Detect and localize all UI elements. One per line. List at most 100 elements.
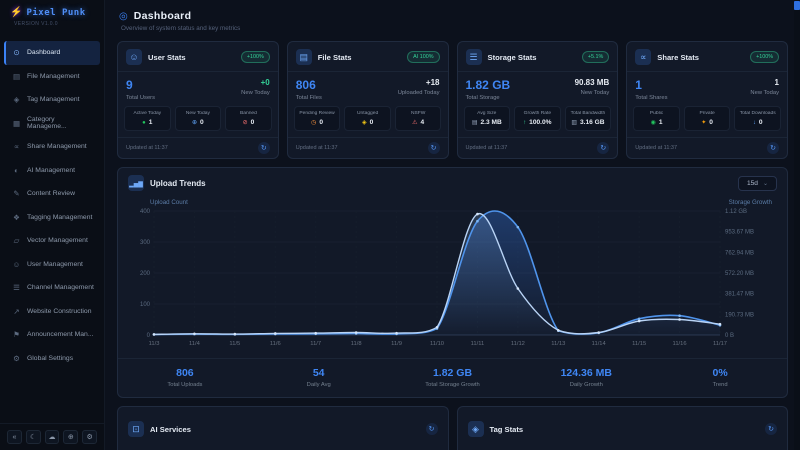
dashboard-header-icon: ◎	[119, 11, 128, 22]
sidebar-item-tagging-management[interactable]: ❖ Tagging Management	[4, 206, 100, 230]
sidebar-item-label: Dashboard	[27, 49, 60, 56]
svg-text:11/10: 11/10	[430, 341, 444, 347]
summary-label: Trend	[653, 382, 787, 388]
upload-trends-header: ▂▅▇ Upload Trends 15d ⌄	[118, 168, 787, 195]
banned-icon: ⊘	[243, 119, 248, 126]
refresh-button[interactable]: ↻	[428, 142, 440, 154]
storage-stats-delta-label: New Today	[575, 90, 610, 96]
refresh-button[interactable]: ↻	[426, 423, 438, 435]
svg-text:11/11: 11/11	[471, 341, 485, 347]
svg-text:11/7: 11/7	[310, 341, 321, 347]
cloud-button[interactable]: ☁	[45, 430, 60, 444]
mini-value: 0	[251, 119, 255, 126]
sidebar-item-dashboard[interactable]: ⊙ Dashboard	[4, 41, 100, 65]
tag-stats-title: Tag Stats	[490, 425, 760, 434]
tag-management-icon: ◈	[12, 95, 21, 104]
tag-stats-card: ◈ Tag Stats ↻	[457, 406, 789, 450]
svg-text:11/12: 11/12	[511, 341, 525, 347]
share-stats-badge: +100%	[750, 51, 779, 63]
app-name: Pixel Punk	[26, 8, 85, 18]
svg-text:400: 400	[140, 209, 151, 215]
mini-label: Total Downloads	[736, 111, 779, 116]
storage-stats-mini-total-bandwidth: Total Bandwidth ▥ 3.16 GB	[565, 106, 612, 132]
summary-item: 54 Daily Avg	[252, 367, 386, 388]
user-stats-mini-new-today: New Today ⊕ 0	[175, 106, 222, 132]
sidebar-item-category-management[interactable]: ▦ Category Manageme...	[4, 112, 100, 136]
share-stats-mini-private: Private ✦ 0	[684, 106, 731, 132]
file-stats-updated-text: Updated at 11:37	[296, 145, 338, 151]
summary-item: 124.36 MB Daily Growth	[519, 367, 653, 388]
file-management-icon: ▤	[12, 72, 21, 81]
share-management-icon: ∝	[12, 142, 21, 151]
collapse-button[interactable]: «	[7, 430, 22, 444]
public-icon: ◉	[651, 119, 656, 126]
vector-management-icon: ▱	[12, 236, 21, 245]
range-select-value: 15d	[747, 180, 758, 187]
file-stats-main-value: 806	[296, 78, 322, 92]
settings-button[interactable]: ⚙	[82, 430, 97, 444]
sidebar-item-content-review[interactable]: ✎ Content Review	[4, 182, 100, 206]
sidebar-item-file-management[interactable]: ▤ File Management	[4, 65, 100, 89]
user-stats-card: ☺ User Stats +100% 9 Total Users +0 New …	[117, 41, 279, 159]
svg-text:200: 200	[140, 271, 151, 277]
logo: ⚡ Pixel Punk	[0, 0, 104, 20]
dark-mode-button[interactable]: ☾	[26, 430, 41, 444]
storage-stats-main-value: 1.82 GB	[466, 78, 511, 92]
sidebar-item-tag-management[interactable]: ◈ Tag Management	[4, 88, 100, 112]
sidebar-item-global-settings[interactable]: ⚙ Global Settings	[4, 347, 100, 371]
share-stats-delta-value: 1	[750, 78, 779, 87]
storage-stats-card: ☰ Storage Stats +5.1% 1.82 GB Total Stor…	[457, 41, 619, 159]
page-scrollbar[interactable]	[794, 0, 800, 450]
trends-chart-svg: 010020030040011/311/411/511/611/711/811/…	[124, 195, 778, 353]
sidebar-item-announcement-management[interactable]: ⚑ Announcement Man...	[4, 323, 100, 347]
user-stats-main-label: Total Users	[126, 95, 155, 101]
svg-text:Storage Growth: Storage Growth	[729, 199, 773, 206]
app-window: ⚡ Pixel Punk VERSION V1.0.0 ⊙ Dashboard …	[0, 0, 800, 450]
summary-label: Total Uploads	[118, 382, 252, 388]
sidebar-item-share-management[interactable]: ∝ Share Management	[4, 135, 100, 159]
svg-text:953.67 MB: 953.67 MB	[725, 230, 754, 236]
sidebar-item-label: Global Settings	[27, 355, 73, 362]
range-select[interactable]: 15d ⌄	[738, 176, 777, 191]
sidebar-item-vector-management[interactable]: ▱ Vector Management	[4, 229, 100, 253]
svg-text:762.94 MB: 762.94 MB	[725, 250, 754, 256]
sidebar-item-channel-management[interactable]: ☰ Channel Management	[4, 276, 100, 300]
user-stats-delta-label: New Today	[241, 90, 270, 96]
stat-cards-row: ☺ User Stats +100% 9 Total Users +0 New …	[117, 41, 788, 159]
svg-text:11/17: 11/17	[713, 341, 727, 347]
sidebar-item-label: Category Manageme...	[27, 116, 94, 130]
summary-item: 1.82 GB Total Storage Growth	[386, 367, 520, 388]
language-button[interactable]: ⊕	[63, 430, 78, 444]
scrollbar-thumb[interactable]	[794, 1, 800, 10]
refresh-button[interactable]: ↻	[767, 142, 779, 154]
mini-label: Total Bandwidth	[567, 111, 610, 116]
svg-text:190.73 MB: 190.73 MB	[725, 312, 754, 318]
share-stats-delta-label: New Today	[750, 90, 779, 96]
share-stats-icon: ∝	[635, 49, 651, 65]
mini-value: 0	[709, 119, 713, 126]
user-stats-updated-text: Updated at 11:37	[126, 145, 168, 151]
file-stats-mini-pending-review: Pending Review ◷ 0	[294, 106, 341, 132]
svg-text:1.12 GB: 1.12 GB	[725, 209, 747, 215]
summary-value: 124.36 MB	[519, 367, 653, 379]
sidebar-item-ai-management[interactable]: ◐ AI Management	[4, 159, 100, 183]
settings-icon: ⚙	[86, 433, 92, 441]
sidebar-item-user-management[interactable]: ☺ User Management	[4, 253, 100, 277]
file-stats-icon: ▤	[296, 49, 312, 65]
mini-label: Private	[686, 111, 729, 116]
growth-rate-icon: ↑	[523, 120, 526, 126]
trend-summary-row: 806 Total Uploads 54 Daily Avg 1.82 GB T…	[118, 358, 787, 397]
svg-text:11/6: 11/6	[270, 341, 281, 347]
sidebar-item-website-construction[interactable]: ↗ Website Construction	[4, 300, 100, 324]
sidebar-menu: ⊙ Dashboard ▤ File Management ◈ Tag Mana…	[0, 37, 104, 423]
share-stats-mini-public: Public ◉ 1	[633, 106, 680, 132]
refresh-button[interactable]: ↻	[258, 142, 270, 154]
language-icon: ⊕	[68, 433, 74, 441]
refresh-button[interactable]: ↻	[597, 142, 609, 154]
sidebar-item-label: File Management	[27, 73, 80, 80]
summary-value: 1.82 GB	[386, 367, 520, 379]
mini-value: 1	[149, 119, 153, 126]
user-stats-mini-active-today: Active Today ● 1	[124, 106, 171, 132]
mini-label: NSFW	[397, 111, 440, 116]
refresh-button[interactable]: ↻	[765, 423, 777, 435]
